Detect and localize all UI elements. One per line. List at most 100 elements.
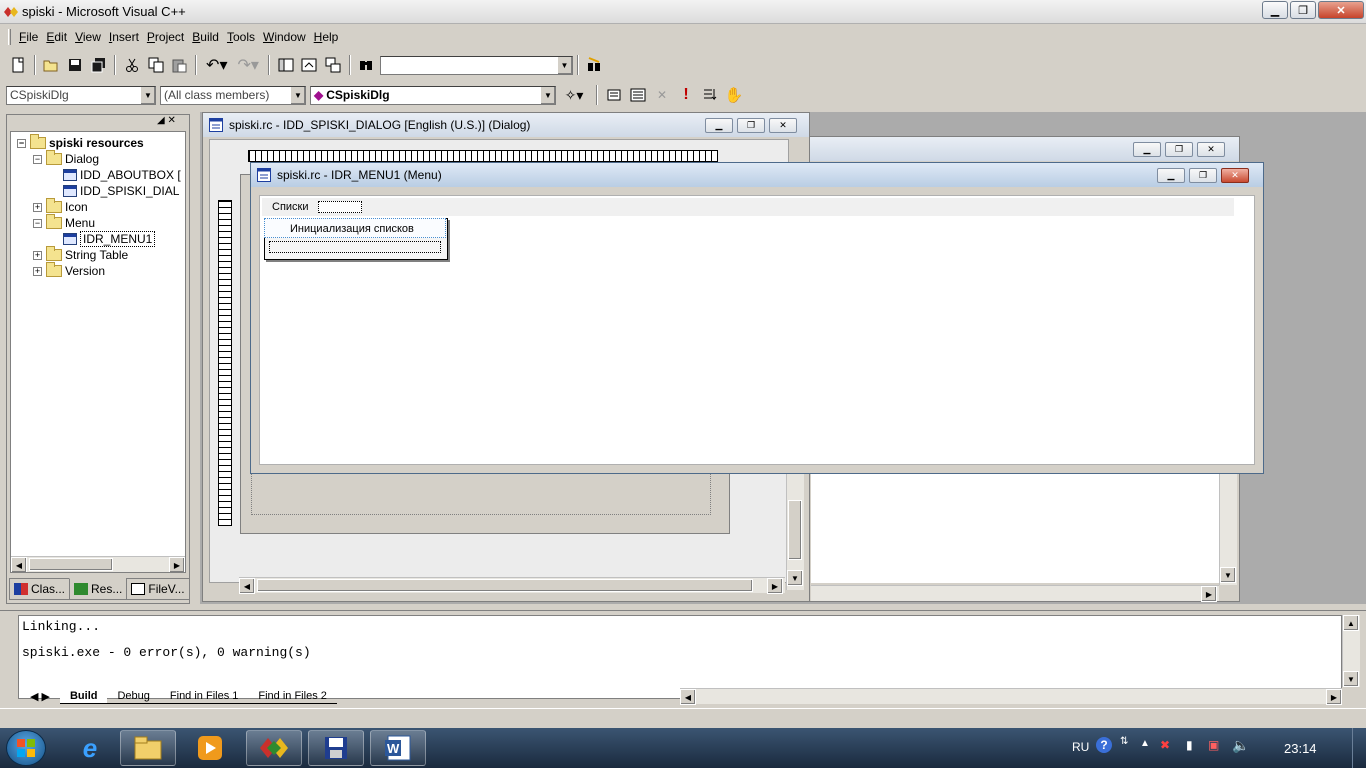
- tab-classview[interactable]: Clas...: [9, 578, 71, 600]
- tree-node-string-table[interactable]: + String Table: [33, 246, 128, 263]
- workspace-button[interactable]: [275, 54, 297, 76]
- window-list-button[interactable]: [322, 54, 344, 76]
- scroll-right-icon[interactable]: ▶: [169, 557, 185, 572]
- restore-icon[interactable]: ❐: [737, 118, 765, 133]
- clock[interactable]: 23:14: [1284, 741, 1317, 756]
- scroll-left-icon[interactable]: ◀: [239, 578, 255, 594]
- expand-icon[interactable]: +: [33, 202, 42, 212]
- close-icon[interactable]: ✕: [1221, 168, 1249, 183]
- close-icon[interactable]: ✕: [167, 115, 175, 126]
- stop-build-button[interactable]: ✕: [651, 84, 673, 106]
- close-button[interactable]: ✕: [1318, 1, 1364, 19]
- find-in-files-button[interactable]: [356, 54, 378, 76]
- minimize-button[interactable]: ▁: [1262, 1, 1288, 19]
- find-combo[interactable]: ▼: [380, 55, 573, 75]
- scroll-thumb[interactable]: [29, 558, 113, 571]
- execute-button[interactable]: !: [675, 84, 697, 106]
- wizard-actions-button[interactable]: ✧▾: [557, 84, 591, 106]
- scroll-thumb[interactable]: [788, 500, 802, 560]
- show-hidden-icons-icon[interactable]: ▲: [1140, 738, 1150, 749]
- tree-node-menu[interactable]: − Menu: [33, 214, 95, 231]
- collapse-icon[interactable]: −: [17, 138, 26, 148]
- output-horizontal-scrollbar[interactable]: ◀ ▶: [680, 688, 1342, 705]
- scroll-down-icon[interactable]: ▼: [1220, 567, 1236, 583]
- chevron-down-icon[interactable]: ▼: [140, 86, 155, 104]
- tree-node-idd-aboutbox[interactable]: IDD_ABOUTBOX [: [63, 167, 181, 183]
- tab-find-in-files-2[interactable]: Find in Files 2: [248, 688, 337, 704]
- tree-node-idr-menu1[interactable]: IDR_MENU1: [63, 231, 156, 247]
- scroll-right-icon[interactable]: ▶: [1326, 689, 1342, 705]
- tab-find-in-files-1[interactable]: Find in Files 1: [159, 688, 249, 704]
- taskbar-save-app[interactable]: [308, 730, 364, 766]
- taskbar-ie[interactable]: e: [64, 730, 116, 766]
- menu-file[interactable]: File: [15, 28, 42, 46]
- menu-project[interactable]: Project: [143, 28, 188, 46]
- collapse-icon[interactable]: −: [33, 218, 42, 228]
- go-button[interactable]: [699, 84, 721, 106]
- menu-view[interactable]: View: [71, 28, 105, 46]
- restore-icon[interactable]: ❐: [1165, 142, 1193, 157]
- taskbar-word[interactable]: W: [370, 730, 426, 766]
- menu-editor-window[interactable]: spiski.rc - IDR_MENU1 (Menu) ▁ ❐ ✕ Списк…: [250, 162, 1264, 474]
- taskbar-explorer[interactable]: [120, 730, 176, 766]
- horizontal-scrollbar[interactable]: ◀ ▶: [239, 577, 785, 594]
- scroll-down-icon[interactable]: ▼: [787, 570, 803, 586]
- chevron-down-icon[interactable]: ▼: [540, 86, 555, 104]
- restore-icon[interactable]: ❐: [1189, 168, 1217, 183]
- menu-item[interactable]: Инициализация списков: [264, 218, 446, 238]
- chevron-down-icon[interactable]: ▼: [556, 56, 572, 74]
- scroll-down-icon[interactable]: ▼: [1343, 671, 1359, 687]
- menu-top-item[interactable]: Списки: [272, 201, 309, 213]
- minimize-icon[interactable]: ▁: [1133, 142, 1161, 157]
- scroll-left-icon[interactable]: ◀: [11, 557, 27, 572]
- help-icon[interactable]: ?: [1096, 737, 1112, 753]
- scroll-thumb[interactable]: [257, 579, 753, 592]
- menu-new-subitem-placeholder[interactable]: [269, 241, 441, 253]
- open-button[interactable]: [41, 54, 63, 76]
- breakpoint-button[interactable]: ✋: [723, 84, 745, 106]
- tab-fileview[interactable]: FileV...: [126, 578, 190, 600]
- tab-debug[interactable]: Debug: [107, 688, 160, 704]
- save-button[interactable]: [64, 54, 86, 76]
- battery-icon[interactable]: ▮: [1186, 738, 1193, 752]
- copy-button[interactable]: [145, 54, 167, 76]
- build-button[interactable]: [627, 84, 649, 106]
- tab-resourceview[interactable]: Res...: [69, 578, 128, 600]
- taskbar-media-player[interactable]: [184, 730, 236, 766]
- scroll-up-icon[interactable]: ▲: [1343, 615, 1359, 631]
- menu-insert[interactable]: Insert: [105, 28, 143, 46]
- tab-nav-arrows[interactable]: ◀ ▶: [20, 688, 60, 704]
- compile-button[interactable]: [603, 84, 625, 106]
- menu-help[interactable]: Help: [310, 28, 343, 46]
- close-icon[interactable]: ✕: [1197, 142, 1225, 157]
- tree-horizontal-scrollbar[interactable]: ◀ ▶: [11, 556, 185, 572]
- menu-tools[interactable]: Tools: [223, 28, 259, 46]
- class-combo[interactable]: CSpiskiDlg ▼: [6, 85, 156, 105]
- tab-build[interactable]: Build: [59, 688, 108, 704]
- expand-icon[interactable]: +: [33, 250, 42, 260]
- cut-button[interactable]: [121, 54, 143, 76]
- language-indicator[interactable]: RU: [1072, 740, 1089, 754]
- start-button[interactable]: [6, 730, 46, 766]
- new-file-button[interactable]: [7, 54, 29, 76]
- horizontal-scrollbar[interactable]: ▶: [811, 585, 1219, 602]
- network-disconnected-icon[interactable]: ▣: [1208, 738, 1219, 752]
- maximize-button[interactable]: ❐: [1290, 1, 1316, 19]
- tree-node-idd-spiski-dialog[interactable]: IDD_SPISKI_DIAL: [63, 183, 179, 199]
- menu-new-item-placeholder[interactable]: [318, 201, 362, 213]
- tree-node-icon[interactable]: + Icon: [33, 198, 88, 215]
- dock-icon[interactable]: ◢: [157, 115, 165, 126]
- close-icon[interactable]: ✕: [769, 118, 797, 133]
- output-button[interactable]: [298, 54, 320, 76]
- expand-icon[interactable]: +: [33, 266, 42, 276]
- menubar-grip[interactable]: [8, 29, 11, 45]
- output-vertical-scrollbar[interactable]: ▲ ▼: [1342, 615, 1360, 687]
- menu-edit[interactable]: Edit: [42, 28, 71, 46]
- volume-icon[interactable]: 🔈: [1232, 737, 1249, 754]
- show-desktop-button[interactable]: [1352, 728, 1366, 768]
- save-all-button[interactable]: [88, 54, 110, 76]
- function-combo[interactable]: ◆ CSpiskiDlg ▼: [310, 85, 556, 105]
- tree-node-version[interactable]: + Version: [33, 262, 105, 279]
- menu-window[interactable]: Window: [259, 28, 310, 46]
- undo-button[interactable]: ↶▾: [202, 54, 231, 76]
